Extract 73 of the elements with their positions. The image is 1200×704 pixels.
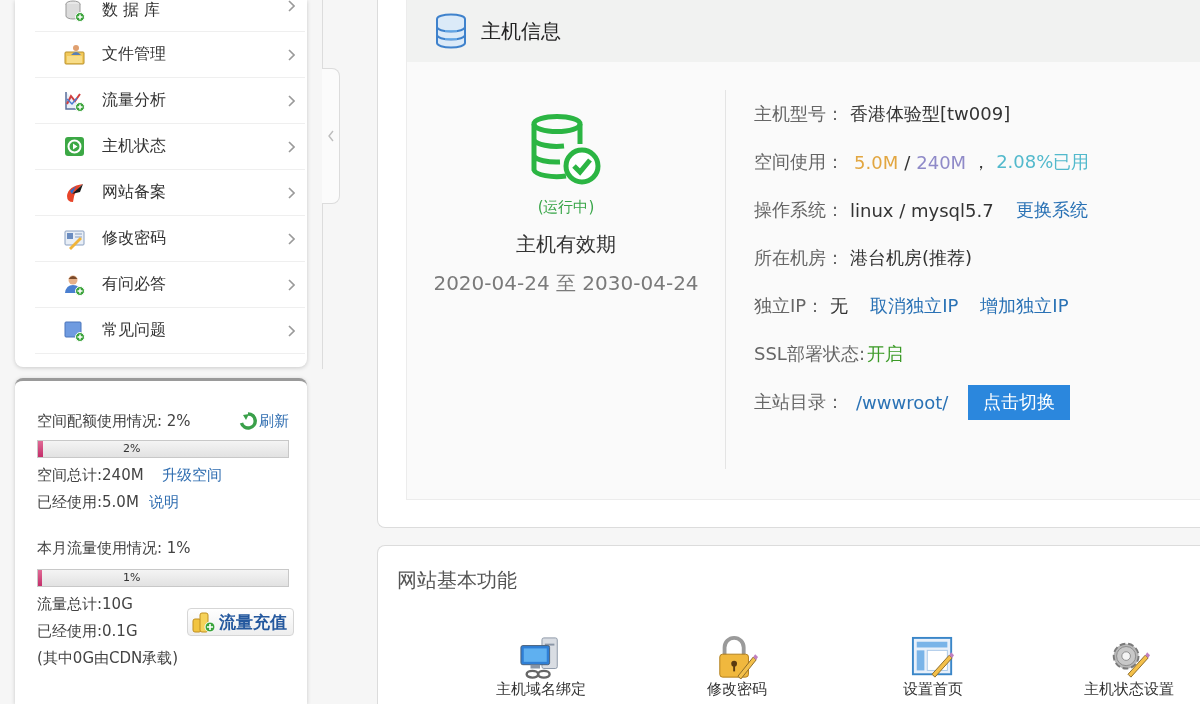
function-item[interactable]: 修改密码 <box>639 636 835 698</box>
recharge-button[interactable]: 流量充值 <box>187 608 294 636</box>
field-label: 主机型号： <box>754 102 844 126</box>
function-item[interactable]: 设置首页 <box>835 636 1031 698</box>
database-check-icon <box>530 114 602 186</box>
field-value: 无 <box>830 294 849 318</box>
field-value: ， <box>972 150 991 174</box>
chevron-right-icon <box>288 278 295 291</box>
usage-figure: 2.08%已用 <box>996 150 1090 174</box>
field-value: 港台机房(推荐) <box>850 246 973 270</box>
validity-range: 2020-04-24 至 2030-04-24 <box>433 270 699 297</box>
chevron-right-icon <box>288 324 295 337</box>
refresh-link[interactable]: 刷新 <box>239 411 289 431</box>
chart-icon <box>64 89 86 112</box>
square-plus-icon <box>64 319 86 342</box>
chevron-right-icon <box>288 140 295 153</box>
field-label: 独立IP： <box>754 294 825 318</box>
space-used: 已经使用:5.0M <box>37 492 139 513</box>
chevron-right-icon <box>288 232 295 245</box>
switch-button[interactable]: 点击切换 <box>968 384 1071 420</box>
traffic-used: 已经使用:0.1G <box>37 621 139 642</box>
progress-label: 1% <box>123 570 141 586</box>
chevron-right-icon <box>288 0 295 12</box>
field-value: / <box>904 151 911 173</box>
status-value: 开启 <box>866 342 903 366</box>
menu-item[interactable]: 主机状态 <box>35 124 305 170</box>
explain-link[interactable]: 说明 <box>148 489 179 516</box>
chevron-right-icon <box>288 186 295 199</box>
traffic-usage-title: 本月流量使用情况: 1% <box>37 539 191 557</box>
space-usage-title: 空间配额使用情况: 2% <box>37 410 191 432</box>
space-total: 空间总计:240M <box>37 465 144 486</box>
menu-item[interactable]: 网站备案 <box>35 170 305 216</box>
function-item[interactable]: 主机状态设置 <box>1031 636 1200 698</box>
function-item[interactable]: 主机域名绑定 <box>443 636 639 698</box>
validity-title: 主机有效期 <box>516 231 616 258</box>
menu-item[interactable]: 修改密码 <box>35 216 305 262</box>
menu-item[interactable]: 流量分析 <box>35 78 305 124</box>
swoosh-icon <box>64 181 86 204</box>
functions-title: 网站基本功能 <box>397 568 517 592</box>
usage-figure: 240M <box>916 151 967 173</box>
field-value: linux / mysql5.7 <box>850 199 994 221</box>
usage-figure: 5.0M <box>854 151 899 173</box>
cdn-note: (其中0G由CDN承载) <box>37 648 179 669</box>
panel-title: 主机信息 <box>481 17 561 45</box>
chevron-right-icon <box>288 48 295 61</box>
user-icon <box>64 273 86 296</box>
field-label: 操作系统： <box>754 198 844 222</box>
menu-item[interactable]: 文件管理 <box>35 32 305 78</box>
upgrade-link[interactable]: 升级空间 <box>161 462 222 489</box>
menu-item[interactable]: 常见问题 <box>35 308 305 354</box>
field-label: 主站目录： <box>754 390 844 414</box>
action-link[interactable]: 增加独立IP <box>980 294 1069 318</box>
action-link[interactable]: /wwwroot/ <box>856 391 949 413</box>
field-label: 所在机房： <box>754 246 844 270</box>
database-icon <box>435 13 467 49</box>
action-link[interactable]: 取消独立IP <box>870 294 959 318</box>
field-value: 香港体验型[tw009] <box>850 102 1011 126</box>
action-link[interactable]: 更换系统 <box>1015 198 1088 222</box>
field-label: 空间使用： <box>754 150 844 174</box>
layout-pencil-icon <box>911 636 955 680</box>
traffic-total: 流量总计:10G <box>37 594 134 615</box>
menu-item[interactable]: 有问必答 <box>35 262 305 308</box>
collapse-handle[interactable] <box>322 68 340 204</box>
coins-icon <box>192 611 216 633</box>
running-status: (运行中) <box>537 198 595 217</box>
field-label: SSL部署状态: <box>754 342 865 366</box>
menu-item[interactable]: 数 据 库 <box>35 0 305 32</box>
card-pencil-icon <box>64 227 86 250</box>
chevron-right-icon <box>288 94 295 107</box>
progress-label: 2% <box>123 441 141 457</box>
chevron-left-icon <box>327 130 334 142</box>
folder-user-icon <box>64 43 86 66</box>
refresh-icon <box>239 412 257 430</box>
